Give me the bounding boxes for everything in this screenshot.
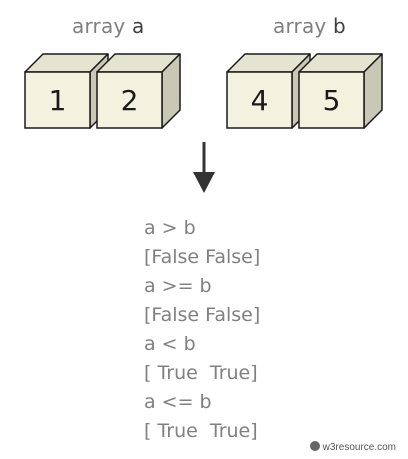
array-cube: 1 [24,53,109,129]
cube-value: 4 [251,84,269,117]
cube-value: 1 [49,84,67,117]
array-cubes-diagram: 1 2 4 5 [24,53,383,193]
w3resource-logo-icon [309,441,320,451]
result-line: a < b [144,333,196,355]
cube-value: 5 [323,84,341,117]
comparison-results: a > b [False False] a >= b [False False]… [144,214,260,446]
credit-text: w3resource.com [322,442,396,453]
result-line: [False False] [144,304,261,326]
array-cube: 2 [96,53,181,129]
result-line: a <= b [144,391,212,413]
cubes-group: 1 2 4 5 [24,53,383,129]
credit-link[interactable]: w3resource.com [309,441,396,453]
down-arrow-icon [193,142,215,193]
result-line: [False False] [144,246,261,268]
result-line: [ True True] [144,362,258,384]
result-line: a >= b [144,275,212,297]
array-cube: 5 [298,53,383,129]
array-cube: 4 [226,53,311,129]
result-line: a > b [144,217,196,239]
cube-value: 2 [121,84,139,117]
result-line: [ True True] [144,420,258,442]
